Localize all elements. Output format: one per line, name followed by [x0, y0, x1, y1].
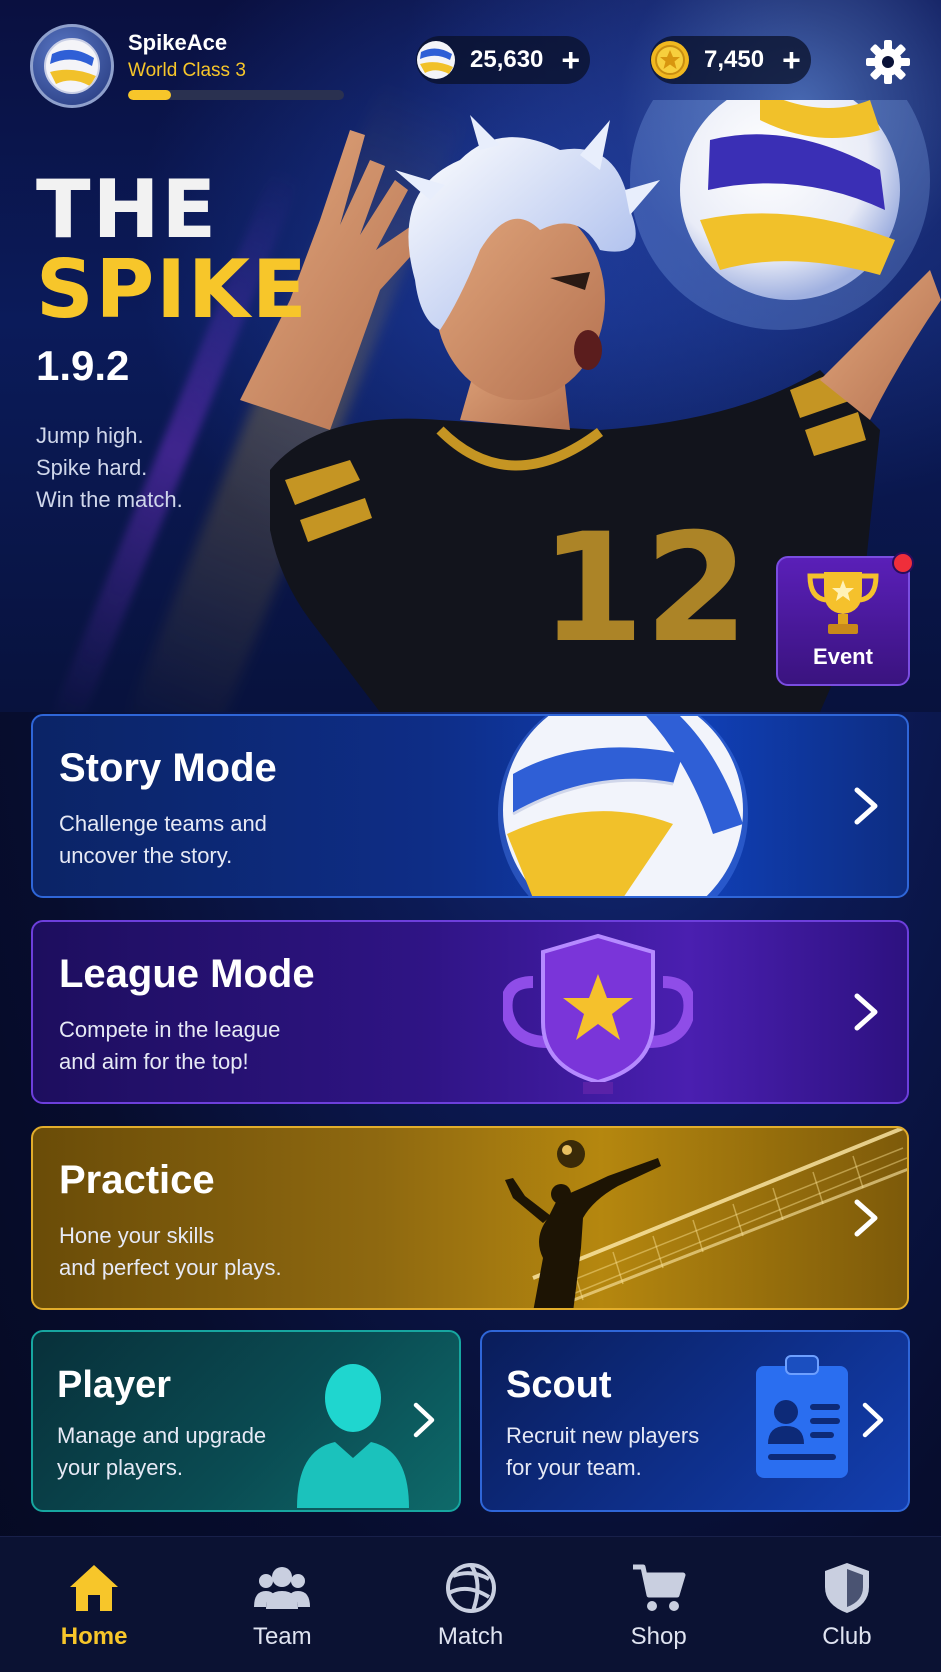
add-coins-button[interactable]: + — [782, 44, 801, 76]
description-line: your players. — [57, 1455, 183, 1480]
practice-title: Practice — [59, 1158, 215, 1202]
avatar[interactable] — [30, 24, 114, 108]
player-title: Player — [57, 1364, 172, 1406]
nav-item-team[interactable]: Team — [188, 1537, 376, 1672]
version-label: 1.9.2 — [36, 342, 130, 389]
nav-label: Match — [437, 1623, 504, 1650]
xp-progress-bar — [128, 90, 344, 100]
hero-banner: 12 SpikeAce World Class 3 25,630 + 7,450… — [0, 0, 941, 712]
description-line: Hone your skills — [59, 1223, 215, 1248]
volleyball-currency[interactable]: 25,630 + — [414, 36, 591, 84]
shield-icon — [824, 1563, 869, 1613]
chevron-right-icon — [854, 787, 878, 825]
bottom-navigation: Home Team Match Shop Club — [0, 1536, 941, 1672]
description-line: for your team. — [506, 1455, 642, 1480]
scout-title: Scout — [506, 1364, 612, 1406]
tagline-line: Jump high. — [36, 423, 144, 448]
volleyball-count: 25,630 — [470, 46, 544, 73]
nav-item-club[interactable]: Club — [753, 1537, 941, 1672]
league-mode-description: Compete in the league and aim for the to… — [59, 1014, 280, 1078]
volleyball-art — [498, 716, 748, 896]
nav-label: Shop — [630, 1623, 687, 1650]
clipboard-icon — [756, 1355, 848, 1478]
person-silhouette-icon — [297, 1364, 409, 1508]
coin-icon — [648, 38, 692, 82]
chevron-right-icon — [413, 1402, 435, 1438]
chevron-right-icon — [854, 1199, 878, 1237]
story-mode-description: Challenge teams and uncover the story. — [59, 808, 267, 872]
trophy-icon — [807, 572, 879, 634]
home-screen: 12 SpikeAce World Class 3 25,630 + 7,450… — [0, 0, 941, 1672]
tagline-line: Spike hard. — [36, 455, 148, 480]
coin-currency[interactable]: 7,450 + — [650, 36, 811, 84]
volleyball-icon — [414, 38, 458, 82]
description-line: and perfect your plays. — [59, 1255, 282, 1280]
practice-silhouette-art — [505, 1128, 907, 1308]
player-description: Manage and upgrade your players. — [57, 1420, 266, 1484]
game-title: THE SPIKE 1.9.2 — [36, 170, 309, 390]
add-volleyballs-button[interactable]: + — [561, 44, 580, 76]
rank-label: World Class 3 — [128, 60, 246, 81]
team-icon — [254, 1567, 311, 1609]
player-card[interactable]: Player Manage and upgrade your players. — [31, 1330, 461, 1512]
nav-label: Team — [252, 1623, 312, 1650]
xp-progress-fill — [128, 90, 172, 100]
nav-label: Home — [60, 1623, 128, 1650]
volleyball-icon — [445, 1563, 496, 1613]
tagline-line: Win the match. — [36, 487, 183, 512]
description-line: and aim for the top! — [59, 1049, 249, 1074]
league-trophy-art — [503, 933, 693, 1094]
chevron-right-icon — [862, 1402, 884, 1438]
gear-icon[interactable] — [864, 38, 912, 86]
nav-item-home[interactable]: Home — [0, 1537, 188, 1672]
story-mode-card[interactable]: Story Mode Challenge teams and uncover t… — [31, 714, 909, 898]
username: SpikeAce — [128, 30, 228, 55]
practice-card[interactable]: Practice Hone your skills and perfect yo… — [31, 1126, 909, 1310]
svg-text:12: 12 — [540, 502, 749, 676]
event-button[interactable]: Event — [776, 552, 914, 686]
tagline: Jump high. Spike hard. Win the match. — [36, 420, 183, 516]
top-bar: SpikeAce World Class 3 25,630 + 7,450 + — [0, 0, 941, 110]
description-line: Recruit new players — [506, 1423, 700, 1448]
title-line-1: THE — [36, 163, 219, 256]
nav-label: Club — [822, 1623, 872, 1650]
volleyball-icon — [44, 38, 100, 94]
nav-item-match[interactable]: Match — [376, 1537, 564, 1672]
description-line: Manage and upgrade — [57, 1423, 267, 1448]
league-mode-card[interactable]: League Mode Compete in the league and ai… — [31, 920, 909, 1104]
title-line-2: SPIKE — [36, 243, 309, 336]
scout-card[interactable]: Scout Recruit new players for your team. — [480, 1330, 910, 1512]
coin-count: 7,450 — [704, 46, 765, 73]
notification-dot — [892, 552, 914, 574]
cart-icon — [632, 1564, 686, 1611]
story-mode-title: Story Mode — [59, 746, 277, 790]
nav-item-shop[interactable]: Shop — [565, 1537, 753, 1672]
practice-description: Hone your skills and perfect your plays. — [59, 1220, 282, 1284]
scout-description: Recruit new players for your team. — [506, 1420, 699, 1484]
home-icon — [70, 1565, 119, 1611]
description-line: Challenge teams and — [59, 811, 267, 836]
league-mode-title: League Mode — [59, 952, 315, 996]
description-line: uncover the story. — [59, 843, 233, 868]
chevron-right-icon — [854, 993, 878, 1031]
description-line: Compete in the league — [59, 1017, 281, 1042]
event-label: Event — [813, 644, 873, 669]
